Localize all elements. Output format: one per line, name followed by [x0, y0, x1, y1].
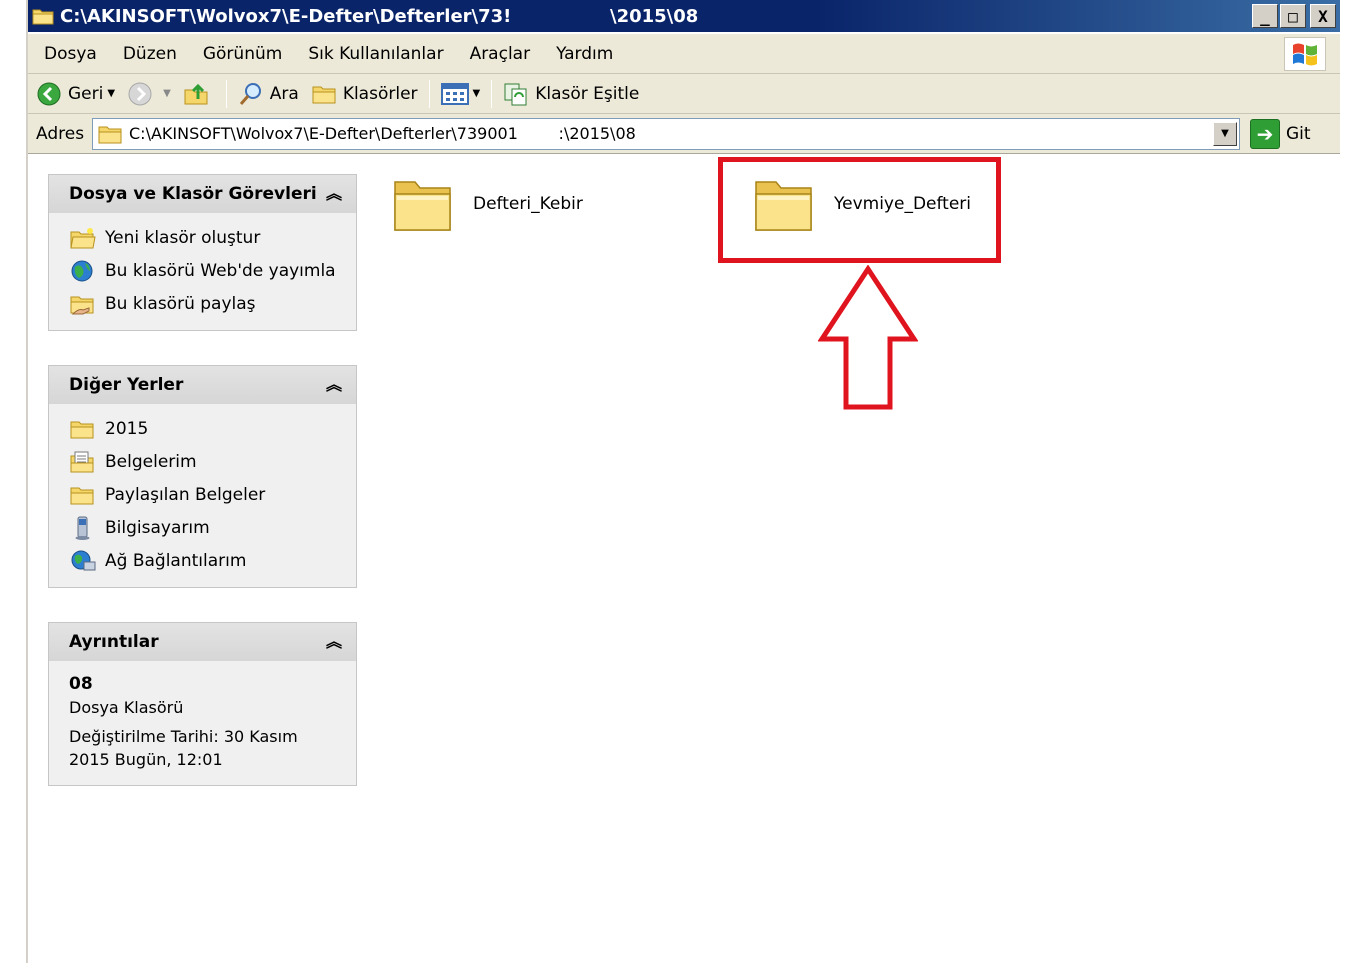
menu-bar: Dosya Düzen Görünüm Sık Kullanılanlar Ar…: [28, 34, 1340, 74]
new-folder-task[interactable]: Yeni klasör oluştur: [69, 221, 356, 254]
window-title-suffix: \2015\08: [610, 5, 699, 27]
views-icon: [440, 82, 469, 105]
task-label: Yeni klasör oluştur: [105, 227, 261, 248]
panel-title: Diğer Yerler: [69, 375, 184, 395]
back-button[interactable]: Geri ▼: [28, 81, 121, 107]
windows-logo-icon: [1284, 37, 1326, 71]
address-input[interactable]: C:\AKINSOFT\Wolvox7\E-Defter\Defterler\7…: [92, 117, 1240, 150]
folders-icon: [312, 86, 336, 103]
folder-name: Defteri_Kebir: [473, 194, 583, 214]
details-modified-line1: Değiştirilme Tarihi: 30 Kasım: [69, 727, 298, 746]
panel-header[interactable]: Ayrıntılar ︽: [49, 623, 356, 661]
standard-toolbar: Geri ▼ ▼ Ara Klasörler ▼ Klasör Eşitle: [28, 74, 1340, 114]
folder-sync-label: Klasör Eşitle: [535, 83, 640, 104]
folder-icon: [70, 421, 94, 438]
place-my-computer[interactable]: Bilgisayarım: [69, 511, 356, 544]
address-value: C:\AKINSOFT\Wolvox7\E-Defter\Defterler\7…: [129, 124, 636, 143]
menu-favorites[interactable]: Sık Kullanılanlar: [295, 44, 456, 64]
menu-file[interactable]: Dosya: [28, 44, 110, 64]
address-dropdown-button[interactable]: ▼: [1213, 121, 1237, 146]
go-label: Git: [1286, 123, 1311, 144]
collapse-chevron-icon[interactable]: ︽: [326, 377, 342, 393]
shared-folder-icon: [70, 296, 94, 314]
views-button[interactable]: ▼: [435, 82, 487, 106]
panel-title: Ayrıntılar: [69, 632, 159, 652]
panel-header[interactable]: Diğer Yerler ︽: [49, 366, 356, 404]
network-icon: [71, 550, 96, 570]
panel-title: Dosya ve Klasör Görevleri: [69, 184, 317, 204]
place-label: Bilgisayarım: [105, 517, 210, 538]
folder-icon: [98, 126, 122, 143]
maximize-button[interactable]: □: [1280, 4, 1306, 28]
details-modified-line2: 2015 Bugün, 12:01: [69, 750, 223, 769]
address-label: Adres: [36, 123, 85, 144]
details-type: Dosya Klasörü: [69, 698, 184, 717]
explorer-window: C:\AKINSOFT\Wolvox7\E-Defter\Defterler\7…: [26, 0, 1340, 963]
folders-label: Klasörler: [342, 83, 418, 104]
panel-header[interactable]: Dosya ve Klasör Görevleri ︽: [49, 175, 356, 213]
toolbar-separator: [428, 79, 430, 108]
chevron-down-icon[interactable]: ▼: [163, 88, 171, 99]
up-folder-icon: [184, 83, 208, 104]
toolbar-separator: [491, 79, 493, 108]
go-button[interactable]: ➔ Git: [1250, 118, 1311, 149]
menu-help[interactable]: Yardım: [543, 44, 626, 64]
collapse-chevron-icon[interactable]: ︽: [326, 186, 342, 202]
folder-sync-button[interactable]: Klasör Eşitle: [497, 81, 645, 107]
folders-button[interactable]: Klasörler: [305, 83, 424, 105]
file-folder-tasks-panel: Dosya ve Klasör Görevleri ︽ Yeni klasör …: [48, 174, 357, 331]
sync-icon: [504, 83, 527, 105]
folder-icon: [70, 487, 94, 504]
place-2015[interactable]: 2015: [69, 412, 356, 445]
publish-web-task[interactable]: Bu klasörü Web'de yayımla: [69, 254, 356, 287]
place-label: Paylaşılan Belgeler: [105, 484, 266, 505]
folder-item[interactable]: Defteri_Kebir: [391, 172, 583, 236]
menu-edit[interactable]: Düzen: [110, 44, 190, 64]
forward-button[interactable]: ▼: [121, 81, 177, 107]
close-button[interactable]: X: [1310, 4, 1336, 28]
share-folder-task[interactable]: Bu klasörü paylaş: [69, 287, 356, 320]
address-bar: Adres C:\AKINSOFT\Wolvox7\E-Defter\Defte…: [28, 114, 1340, 154]
folder-icon: [32, 7, 54, 25]
go-arrow-icon: ➔: [1250, 118, 1280, 149]
other-places-panel: Diğer Yerler ︽ 2015 Belgelerim Paylaşıla…: [48, 365, 357, 588]
place-shared-documents[interactable]: Paylaşılan Belgeler: [69, 478, 356, 511]
up-arrow-annotation-icon: [818, 265, 918, 410]
search-button[interactable]: Ara: [232, 81, 305, 107]
place-label: Belgelerim: [105, 451, 197, 472]
collapse-chevron-icon[interactable]: ︽: [326, 634, 342, 650]
folder-icon: [394, 181, 451, 231]
globe-icon: [71, 260, 93, 281]
details-panel: Ayrıntılar ︽ 08 Dosya Klasörü Değiştiril…: [48, 622, 357, 786]
minimize-button[interactable]: _: [1252, 4, 1278, 28]
task-label: Bu klasörü paylaş: [105, 293, 256, 314]
place-label: Ağ Bağlantılarım: [105, 550, 247, 571]
task-label: Bu klasörü Web'de yayımla: [105, 260, 336, 281]
title-bar[interactable]: C:\AKINSOFT\Wolvox7\E-Defter\Defterler\7…: [28, 0, 1340, 32]
place-my-documents[interactable]: Belgelerim: [69, 445, 356, 478]
place-label: 2015: [105, 418, 149, 439]
new-folder-icon: [70, 227, 96, 248]
documents-icon: [70, 451, 94, 472]
menu-view[interactable]: Görünüm: [190, 44, 295, 64]
search-icon: [239, 82, 261, 105]
menu-tools[interactable]: Araçlar: [457, 44, 544, 64]
computer-icon: [75, 516, 90, 540]
window-title-path: C:\AKINSOFT\Wolvox7\E-Defter\Defterler\7…: [60, 5, 512, 27]
up-folder-button[interactable]: [177, 81, 221, 107]
back-arrow-icon: [37, 82, 61, 105]
chevron-down-icon[interactable]: ▼: [473, 88, 481, 99]
place-network-connections[interactable]: Ağ Bağlantılarım: [69, 544, 356, 577]
forward-arrow-icon: [128, 82, 152, 105]
highlight-box: [718, 157, 1001, 263]
chevron-down-icon[interactable]: ▼: [107, 88, 115, 99]
back-label: Geri: [68, 83, 104, 104]
toolbar-separator: [225, 79, 227, 108]
search-label: Ara: [269, 83, 299, 104]
details-name: 08: [69, 674, 93, 694]
